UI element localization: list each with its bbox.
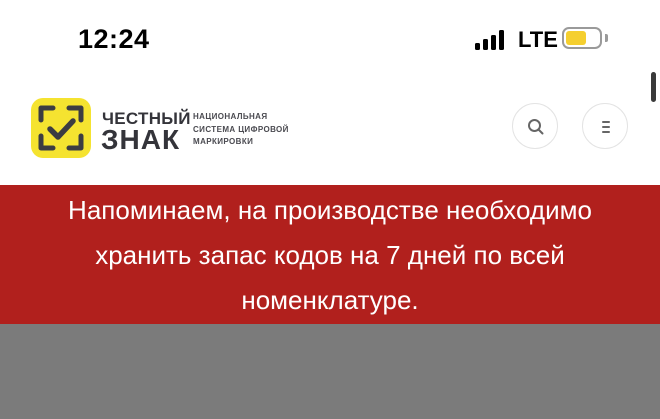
announcement-banner: Напоминаем, на производстве необходимо х… (0, 185, 660, 324)
modal-overlay[interactable] (0, 324, 660, 419)
battery-tip (605, 34, 608, 42)
logo-tagline-line: СИСТЕМА ЦИФРОВОЙ (193, 124, 289, 134)
logo-word-znak[interactable]: ЗНАК (101, 124, 180, 156)
search-button[interactable] (512, 103, 558, 149)
logo-tagline: НАЦИОНАЛЬНАЯ СИСТЕМА ЦИФРОВОЙ МАРКИРОВКИ (193, 111, 289, 149)
site-header: ЧЕСТНЫЙ ЗНАК НАЦИОНАЛЬНАЯ СИСТЕМА ЦИФРОВ… (0, 80, 660, 185)
menu-button[interactable] (582, 103, 628, 149)
scrollbar[interactable] (651, 72, 656, 102)
status-bar: 12:24 LTE (0, 0, 660, 80)
logo-tagline-line: МАРКИРОВКИ (193, 137, 254, 146)
network-label: LTE (518, 27, 558, 52)
battery-icon (562, 27, 602, 49)
checkmark-frame-icon[interactable] (31, 98, 91, 158)
menu-icon (602, 121, 610, 133)
banner-text: Напоминаем, на производстве необходимо х… (68, 195, 592, 315)
status-time: 12:24 (78, 24, 150, 54)
signal-icon (475, 30, 505, 50)
logo-tagline-line: НАЦИОНАЛЬНАЯ (193, 112, 268, 121)
battery-level (566, 31, 586, 45)
search-icon (528, 119, 544, 135)
